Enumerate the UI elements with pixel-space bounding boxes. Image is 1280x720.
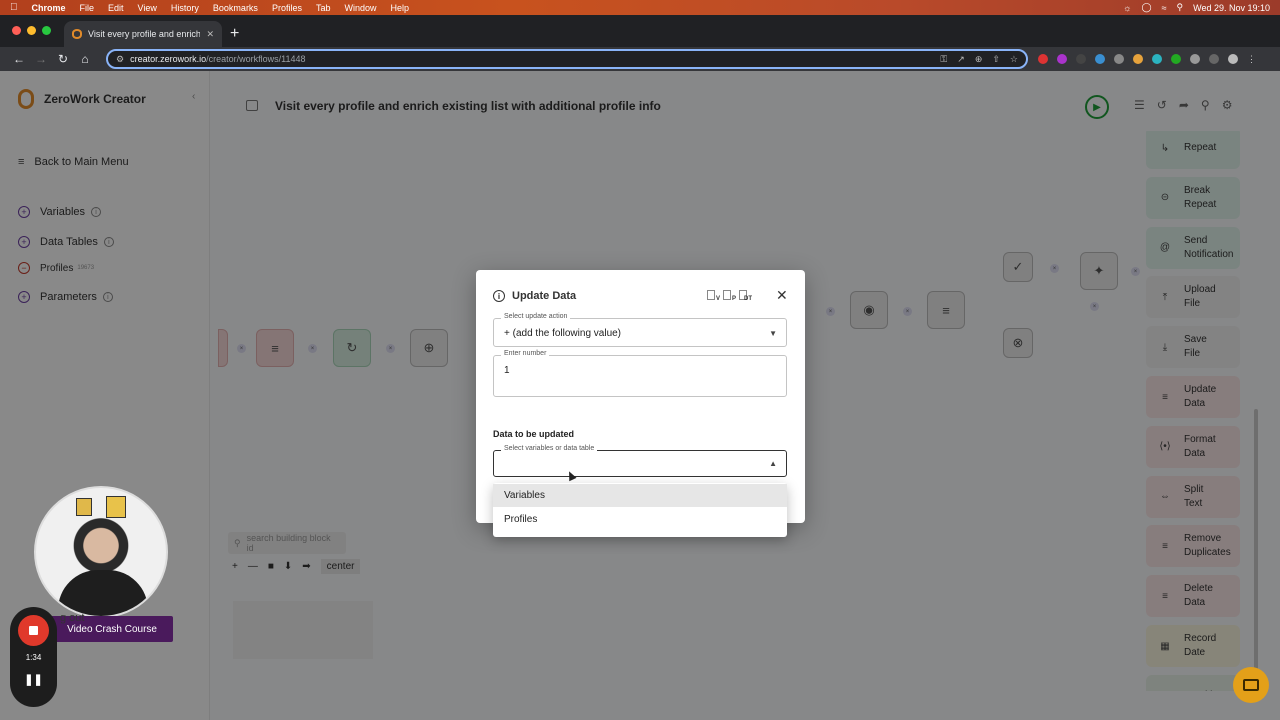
share-icon[interactable]: ⇧	[992, 54, 1000, 65]
menu-app-name[interactable]: Chrome	[32, 3, 66, 13]
extension-8-icon[interactable]	[1171, 54, 1181, 64]
menu-history[interactable]: History	[171, 3, 199, 13]
menu-help[interactable]: Help	[390, 3, 409, 13]
search-icon[interactable]: ⚲	[1177, 2, 1184, 13]
maximize-window-button[interactable]	[42, 26, 51, 35]
target-data-select[interactable]: Select variables or data table ▲	[493, 445, 787, 477]
recording-time: 1:34	[25, 653, 42, 662]
clock-text: Wed 29. Nov 19:10	[1193, 2, 1270, 13]
recording-controls: 1:34 ❚❚	[10, 607, 57, 707]
extension-3-icon[interactable]	[1076, 54, 1086, 64]
dropdown-arrow-icon[interactable]: ▼	[769, 329, 777, 338]
extensions-bar: ⋮	[1038, 54, 1256, 64]
url-path: /creator/workflows/11448	[206, 54, 306, 64]
field-value: + (add the following value)	[504, 328, 622, 339]
dropdown-arrow-up-icon[interactable]: ▲	[769, 459, 777, 468]
dialog-header: i Update Data	[493, 290, 576, 302]
tool-label: P	[731, 296, 736, 302]
menu-file[interactable]: File	[80, 3, 95, 13]
number-input[interactable]: Enter number 1	[493, 350, 787, 397]
close-window-button[interactable]	[12, 26, 21, 35]
url-host: creator.zerowork.io	[130, 54, 207, 64]
dropdown-option-variables[interactable]: Variables	[493, 484, 787, 507]
site-info-icon[interactable]: ⚙	[116, 54, 124, 65]
brightness-icon[interactable]: ☼	[1123, 3, 1131, 13]
menu-edit[interactable]: Edit	[108, 3, 124, 13]
logout-label[interactable]: g out	[60, 612, 84, 624]
sidepanel-icon[interactable]	[1209, 54, 1219, 64]
dropdown-option-profiles[interactable]: Profiles	[493, 508, 787, 531]
update-action-select[interactable]: Select update action + (add the followin…	[493, 313, 787, 347]
data-tables-panel-icon[interactable]: DT	[739, 290, 752, 302]
field-label: Select variables or data table	[501, 445, 598, 452]
profiles-panel-icon[interactable]: P	[723, 290, 736, 302]
target-dropdown-menu: Variables Profiles	[493, 483, 787, 537]
extensions-puzzle-icon[interactable]	[1190, 54, 1200, 64]
browser-toolbar: ← → ↻ ⌂ ⚙ creator.zerowork.io /creator/w…	[0, 47, 1280, 71]
wall-frame-icon	[106, 496, 126, 518]
window-controls	[12, 26, 51, 35]
field-label: Select update action	[501, 313, 571, 320]
chrome-menu-icon[interactable]: ⋮	[1247, 54, 1256, 64]
new-tab-icon[interactable]: +	[230, 25, 239, 43]
extension-5-icon[interactable]	[1114, 54, 1124, 64]
back-icon[interactable]: ←	[8, 52, 30, 66]
tab-title: Visit every profile and enrich e	[88, 29, 201, 39]
field-label: Enter number	[501, 350, 550, 357]
extension-7-icon[interactable]	[1152, 54, 1162, 64]
chat-icon	[1243, 679, 1259, 691]
reload-icon[interactable]: ↻	[52, 52, 74, 66]
address-bar[interactable]: ⚙ creator.zerowork.io /creator/workflows…	[106, 49, 1028, 69]
dialog-tools: V P DT	[707, 290, 752, 302]
bookmark-star-icon[interactable]: ☆	[1010, 54, 1018, 65]
key-icon[interactable]: ⚿	[940, 54, 947, 65]
macos-menu-bar:  Chrome File Edit View History Bookmark…	[0, 0, 1280, 15]
open-in-icon[interactable]: ↗	[957, 54, 965, 65]
menu-window[interactable]: Window	[344, 3, 376, 13]
close-icon[interactable]: ✕	[776, 287, 788, 304]
menu-bookmarks[interactable]: Bookmarks	[213, 3, 258, 13]
close-tab-icon[interactable]: ✕	[206, 29, 214, 40]
extension-4-icon[interactable]	[1095, 54, 1105, 64]
menu-tab[interactable]: Tab	[316, 3, 331, 13]
zerowork-favicon-icon	[72, 29, 82, 39]
menu-profiles[interactable]: Profiles	[272, 3, 302, 13]
dialog-title: Update Data	[512, 290, 577, 302]
browser-tab-strip: Visit every profile and enrich e ✕ +	[0, 15, 1280, 47]
browser-tab-active[interactable]: Visit every profile and enrich e ✕	[64, 21, 222, 47]
section-label: Data to be updated	[493, 429, 575, 439]
extension-6-icon[interactable]	[1133, 54, 1143, 64]
wifi-icon[interactable]: ≈	[1162, 3, 1167, 13]
tool-label: DT	[744, 296, 752, 302]
minimize-window-button[interactable]	[27, 26, 36, 35]
record-status-icon[interactable]: ◯	[1141, 2, 1151, 13]
apple-icon[interactable]: 	[10, 2, 18, 13]
pause-icon[interactable]: ❚❚	[10, 673, 57, 686]
field-value: 1	[504, 365, 510, 376]
extension-2-icon[interactable]	[1057, 54, 1067, 64]
info-icon[interactable]: i	[493, 290, 505, 302]
stop-icon	[29, 626, 38, 635]
presenter-figure	[58, 570, 148, 616]
profile-avatar[interactable]	[1228, 54, 1238, 64]
support-chat-button[interactable]	[1233, 667, 1269, 703]
home-icon[interactable]: ⌂	[74, 52, 96, 66]
webcam-overlay	[34, 486, 168, 618]
stop-recording-button[interactable]	[18, 615, 49, 646]
zoom-icon[interactable]: ⊕	[975, 54, 983, 65]
extension-1-icon[interactable]	[1038, 54, 1048, 64]
wall-frame-icon	[76, 498, 92, 516]
forward-icon[interactable]: →	[30, 52, 52, 66]
variables-panel-icon[interactable]: V	[707, 290, 720, 302]
tool-label: V	[715, 296, 720, 302]
menu-view[interactable]: View	[138, 3, 157, 13]
